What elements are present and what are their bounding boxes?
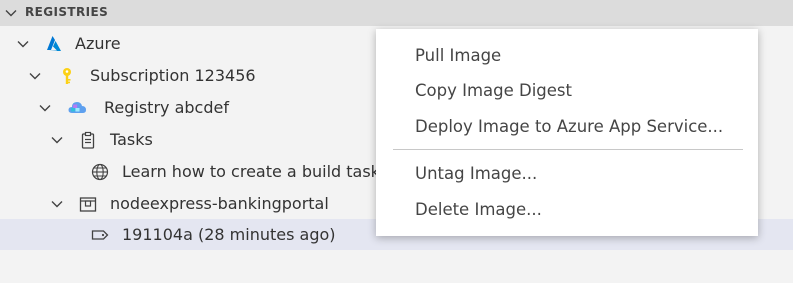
- menu-item-copy-image-digest[interactable]: Copy Image Digest: [376, 75, 758, 107]
- tree-item-label: Tasks: [110, 130, 153, 149]
- tree-item-label: nodeexpress-bankingportal: [110, 194, 329, 213]
- chevron-down-icon[interactable]: [50, 133, 64, 147]
- repository-icon: [79, 197, 97, 212]
- container-registry-icon: [68, 102, 86, 113]
- key-icon: [63, 68, 71, 84]
- globe-icon: [91, 163, 109, 181]
- chevron-down-icon[interactable]: [38, 101, 52, 115]
- tree-item-label: Learn how to create a build task...: [122, 162, 396, 181]
- section-title: REGISTRIES: [25, 5, 109, 19]
- menu-item-untag-image[interactable]: Untag Image...: [376, 158, 758, 190]
- azure-icon: [47, 36, 61, 51]
- menu-item-delete-image[interactable]: Delete Image...: [376, 194, 758, 226]
- tag-icon: [91, 230, 109, 240]
- chevron-down-icon: [5, 10, 17, 17]
- menu-separator: [393, 149, 743, 150]
- context-menu: Pull Image Copy Image Digest Deploy Imag…: [376, 29, 758, 236]
- registries-section-header[interactable]: REGISTRIES: [0, 0, 793, 26]
- tree-item-label: Azure: [75, 34, 121, 53]
- tree-item-label: Registry abcdef: [104, 98, 229, 117]
- chevron-down-icon[interactable]: [16, 37, 30, 51]
- tree-item-label: Subscription 123456: [90, 66, 256, 85]
- menu-item-deploy-image[interactable]: Deploy Image to Azure App Service...: [376, 111, 758, 143]
- tree-item-label: 191104a (28 minutes ago): [122, 225, 336, 244]
- clipboard-icon: [81, 131, 95, 149]
- menu-item-pull-image[interactable]: Pull Image: [376, 40, 758, 72]
- chevron-down-icon[interactable]: [28, 69, 42, 83]
- chevron-down-icon[interactable]: [50, 197, 64, 211]
- empty-area: [0, 250, 793, 283]
